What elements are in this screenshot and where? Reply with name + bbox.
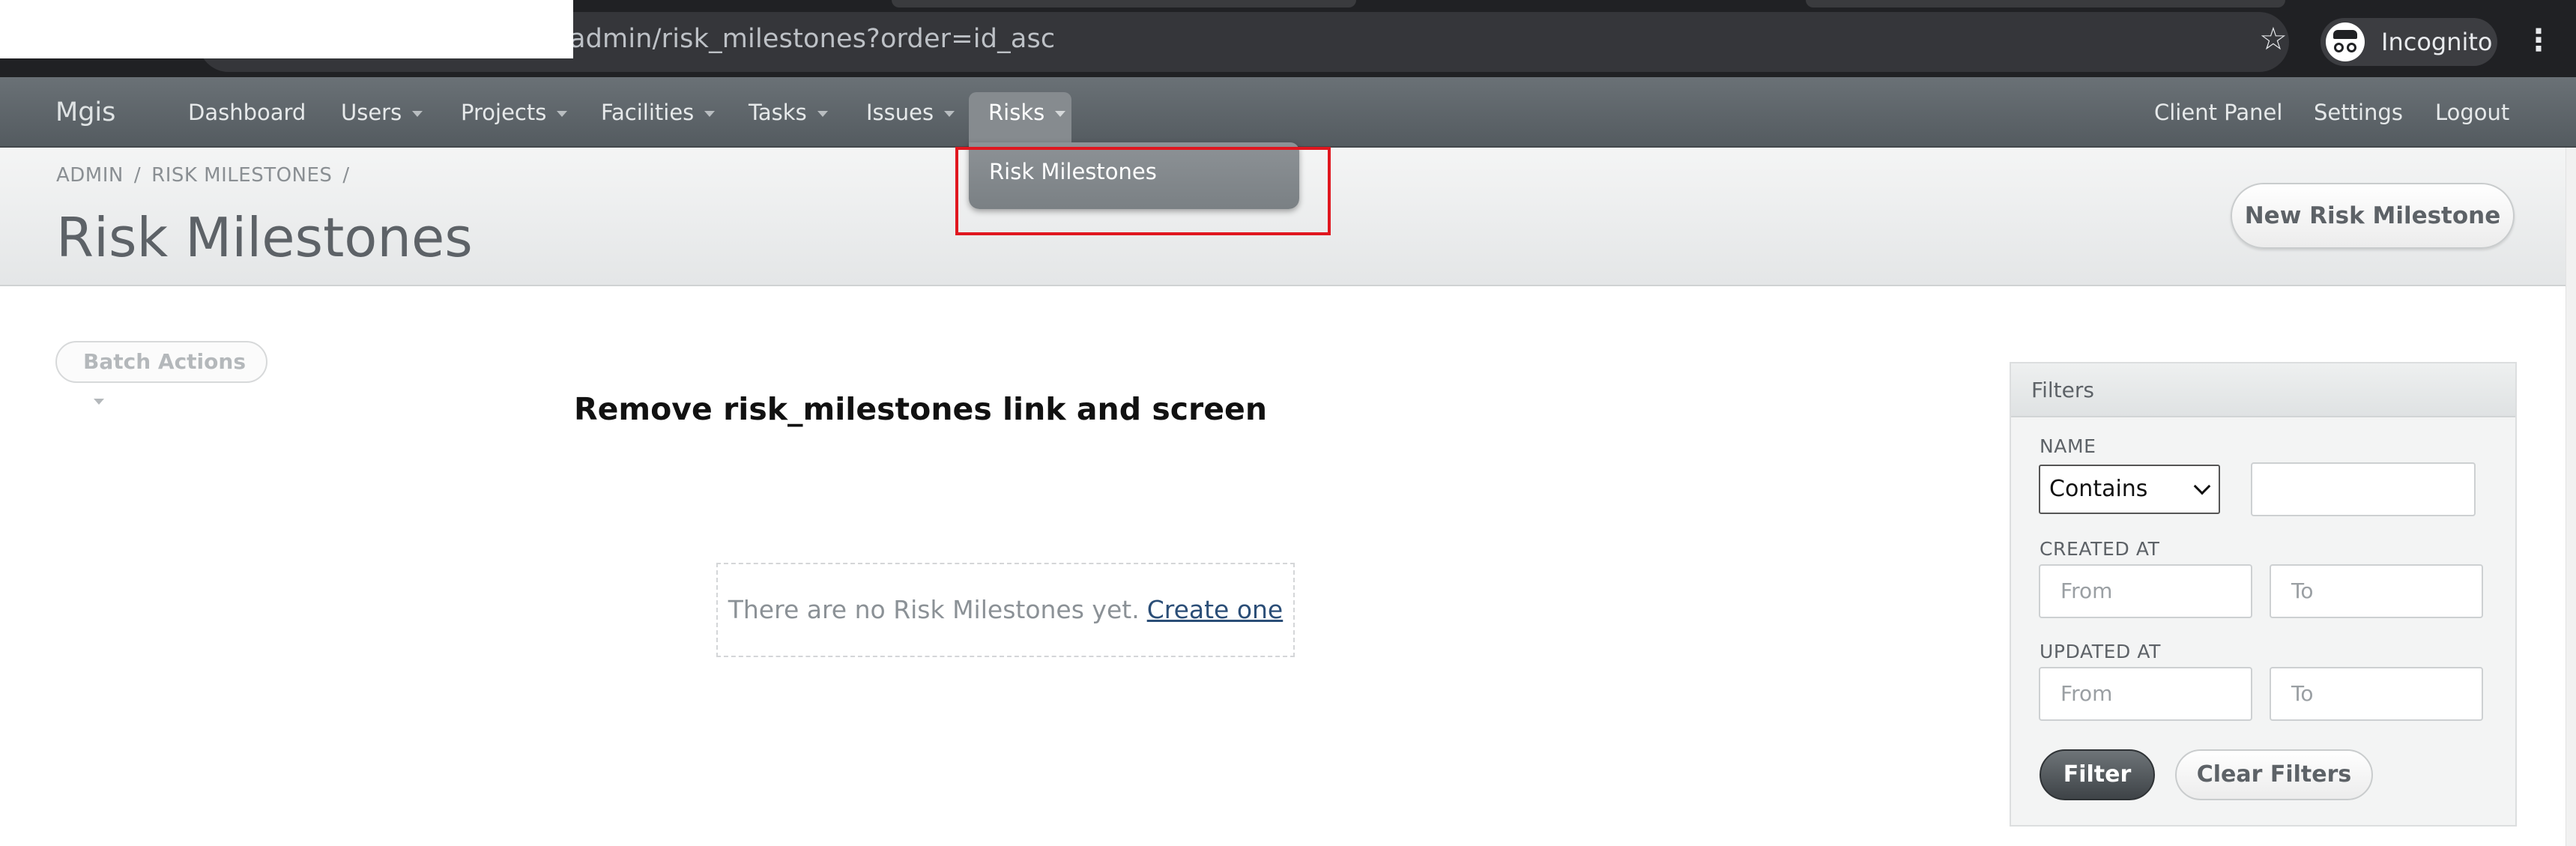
caret-down-icon [944,111,955,117]
app-header: Mgis Dashboard Users Projects Facilities… [0,77,2576,149]
breadcrumb-separator: / [133,164,142,187]
name-label: NAME [2040,435,2096,457]
updated-to-input[interactable]: To [2270,667,2483,721]
updated-at-label: UPDATED AT [2040,641,2162,662]
highlight-box [955,147,1331,235]
url-text[interactable]: /admin/risk_milestones?order=id_asc [560,24,1055,54]
created-to-input[interactable]: To [2270,564,2483,618]
batch-actions-label: Batch Actions [83,349,246,374]
name-operator-select[interactable]: Contains [2039,465,2220,514]
filters-title: Filters [2011,363,2515,417]
caret-down-icon [817,111,828,117]
incognito-badge[interactable]: Incognito [2320,18,2497,66]
created-at-label: CREATED AT [2040,538,2160,560]
create-one-link[interactable]: Create one [1147,595,1284,624]
name-operator-value: Contains [2049,476,2148,502]
batch-actions-button[interactable]: Batch Actions [55,341,267,405]
redaction-box [0,0,573,58]
annotation-text: Remove risk_milestones link and screen [574,391,1268,427]
breadcrumb-risk-milestones[interactable]: RISK MILESTONES [151,164,332,187]
nav-projects-label: Projects [461,100,547,125]
nav-facilities[interactable]: Facilities [601,77,716,148]
nav-tasks[interactable]: Tasks [749,77,828,148]
nav-tasks-label: Tasks [749,100,807,125]
name-input[interactable] [2251,462,2476,516]
caret-down-icon [94,399,104,405]
created-from-input[interactable]: From [2039,564,2252,618]
page-title: Risk Milestones [56,206,473,269]
nav-risks-label: Risks [988,100,1045,125]
filter-button[interactable]: Filter [2040,749,2155,800]
nav-dashboard[interactable]: Dashboard [188,77,306,148]
blank-slate-text: There are no Risk Milestones yet. [728,595,1140,624]
nav-client-panel[interactable]: Client Panel [2154,77,2282,148]
breadcrumb-separator: / [342,164,350,187]
nav-issues-label: Issues [866,100,934,125]
nav-logout[interactable]: Logout [2435,77,2509,148]
updated-from-input[interactable]: From [2039,667,2252,721]
clear-filters-button[interactable]: Clear Filters [2175,749,2373,800]
nav-users-label: Users [341,100,402,125]
kebab-menu-icon[interactable]: ⋮ [2524,22,2554,58]
incognito-icon [2326,22,2365,61]
nav-projects[interactable]: Projects [461,77,568,148]
caret-down-icon [1055,111,1066,117]
chevron-down-icon [2193,477,2211,495]
nav-settings[interactable]: Settings [2314,77,2403,148]
nav-users[interactable]: Users [341,77,423,148]
breadcrumb-admin[interactable]: ADMIN [56,164,124,187]
star-icon[interactable]: ☆ [2257,22,2290,55]
nav-issues[interactable]: Issues [866,77,955,148]
caret-down-icon [412,111,423,117]
incognito-label: Incognito [2381,28,2493,56]
page-scrollbar[interactable] [2566,148,2576,846]
blank-slate: There are no Risk Milestones yet. Create … [716,563,1295,657]
browser-chrome: /admin/risk_milestones?order=id_asc ☆ In… [0,0,2576,77]
brand-link[interactable]: Mgis [55,77,115,148]
caret-down-icon [704,111,716,117]
nav-risks[interactable]: Risks [988,77,1066,148]
tab-strip [1806,0,2285,7]
nav-facilities-label: Facilities [601,100,695,125]
tab-strip [892,0,1356,7]
new-risk-milestone-button[interactable]: New Risk Milestone [2231,183,2515,249]
filters-panel: Filters NAME Contains CREATED AT From To… [2010,362,2517,827]
breadcrumb: ADMIN / RISK MILESTONES / [56,164,360,187]
caret-down-icon [557,111,568,117]
